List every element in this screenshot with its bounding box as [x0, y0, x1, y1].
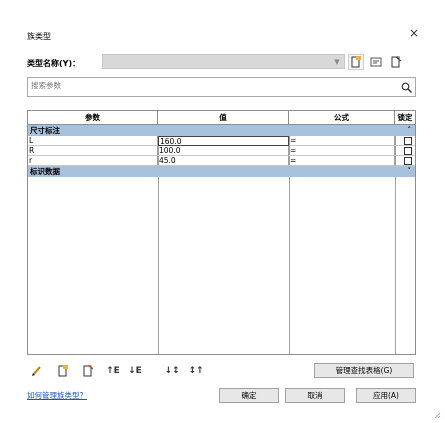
param-value-input[interactable]: 160.0 [158, 136, 289, 146]
param-value-cell[interactable]: 45.0 [158, 156, 289, 166]
type-name-select[interactable]: ▼ [102, 54, 345, 69]
param-name-cell: R [28, 146, 158, 156]
delete-type-button[interactable] [388, 54, 404, 70]
table-row: r 45.0 = [28, 156, 415, 166]
move-down-button[interactable]: ↓E [127, 364, 143, 377]
search-icon[interactable] [401, 82, 412, 95]
search-field[interactable]: 搜索参数 [27, 77, 416, 97]
column-header-lock[interactable]: 锁定 [395, 111, 415, 125]
lock-checkbox[interactable] [404, 157, 412, 165]
sort-desc-button[interactable]: ↕↑ [188, 364, 204, 377]
manage-lookup-tables-button[interactable]: 管理查找表格(G) [314, 363, 414, 378]
column-header-param[interactable]: 参数 [28, 111, 158, 125]
edit-param-button[interactable] [30, 364, 43, 377]
group-label: 标识数据 [30, 167, 60, 176]
column-header-value[interactable]: 值 [158, 111, 289, 125]
dialog-title: 族类型 [27, 32, 51, 41]
lock-cell [395, 146, 415, 156]
move-up-icon: ↑E [106, 365, 120, 376]
expand-icon[interactable]: ˅ [408, 166, 412, 177]
lock-checkbox[interactable] [404, 147, 412, 155]
apply-button[interactable]: 应用(A) [356, 388, 416, 403]
param-formula-cell[interactable]: = [289, 146, 395, 156]
param-formula-cell[interactable]: = [289, 136, 395, 146]
close-button[interactable]: × [409, 26, 419, 40]
param-name-cell: r [28, 156, 158, 166]
rename-type-icon [370, 57, 382, 67]
delete-param-icon [83, 364, 93, 376]
new-type-icon [351, 56, 361, 68]
ok-button[interactable]: 确定 [219, 388, 279, 403]
table-row: L 160.0 = [28, 136, 415, 146]
table-row: R 100.0 = [28, 146, 415, 156]
new-param-icon [58, 364, 68, 376]
move-down-icon: ↓E [128, 365, 142, 376]
delete-type-icon [391, 56, 402, 68]
lock-cell [395, 156, 415, 166]
lock-cell [395, 136, 415, 146]
new-param-button[interactable] [56, 364, 69, 377]
new-type-button[interactable] [348, 54, 364, 70]
param-formula-cell[interactable]: = [289, 156, 395, 166]
delete-param-button[interactable] [81, 364, 94, 377]
sort-desc-icon: ↕↑ [188, 365, 204, 376]
move-up-button[interactable]: ↑E [105, 364, 121, 377]
column-header-formula[interactable]: 公式 [289, 111, 395, 125]
cancel-button[interactable]: 取消 [285, 388, 345, 403]
sort-asc-button[interactable]: ↓↕ [164, 364, 180, 377]
param-name-cell: L [28, 136, 158, 146]
parameter-table: 参数 值 公式 锁定 尺寸标注 ˄ L 160.0 = R 100.0 = r … [27, 110, 416, 355]
group-header-dimensions[interactable]: 尺寸标注 ˄ [28, 125, 415, 136]
lock-checkbox[interactable] [404, 137, 412, 145]
help-link[interactable]: 如何管理族类型？ [27, 390, 87, 401]
chevron-down-icon: ▼ [334, 58, 340, 66]
rename-type-button[interactable] [368, 54, 384, 70]
group-header-identity-data[interactable]: 标识数据 ˅ [28, 166, 415, 177]
group-label: 尺寸标注 [30, 126, 60, 135]
sort-asc-icon: ↓↕ [164, 365, 180, 376]
pencil-icon [32, 366, 41, 376]
resize-grip-icon[interactable] [433, 411, 441, 419]
collapse-icon[interactable]: ˄ [408, 125, 412, 136]
search-placeholder: 搜索参数 [31, 81, 61, 90]
type-name-label: 类型名称(Y)： [27, 59, 81, 68]
param-value-cell[interactable]: 100.0 [158, 146, 289, 156]
